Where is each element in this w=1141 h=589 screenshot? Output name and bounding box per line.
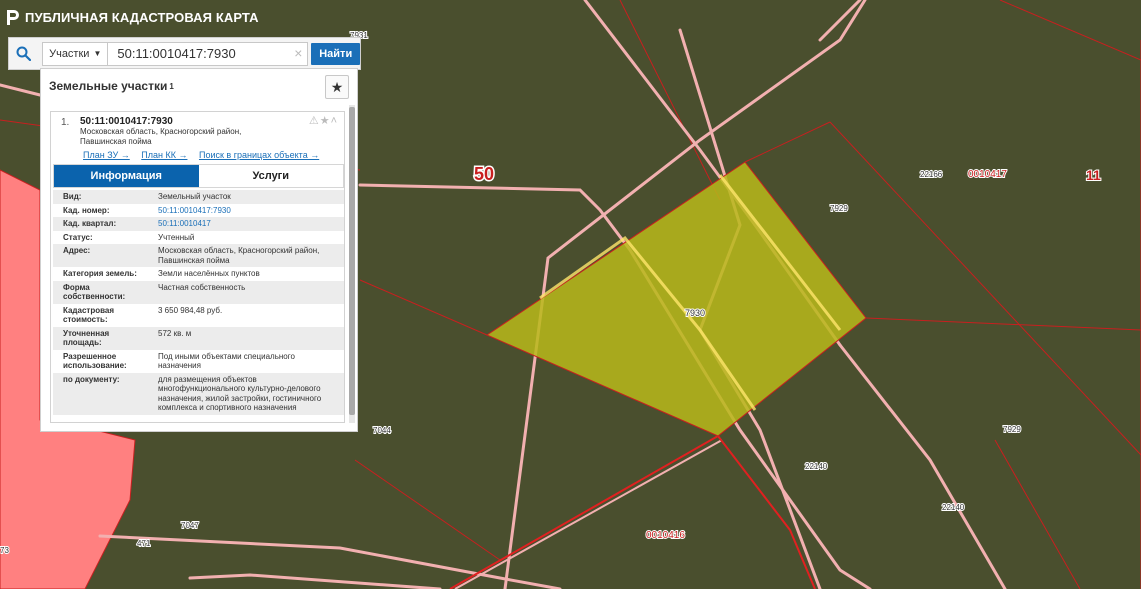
favorites-button[interactable]: ★ bbox=[325, 75, 349, 99]
tab-info[interactable]: Информация bbox=[54, 165, 199, 187]
info-value: Под иными объектами специального назначе… bbox=[158, 351, 295, 371]
info-value: Земельный участок bbox=[158, 192, 231, 201]
search-bar: Участки ▼ 50:11:0010417:7930 × Найти bbox=[8, 37, 361, 70]
info-value: Земли населённых пунктов bbox=[158, 269, 260, 278]
search-in-bounds-link[interactable]: Поиск в границах объекта → bbox=[199, 150, 319, 160]
search-icon bbox=[16, 46, 32, 61]
map-label-parcel: 22140 bbox=[942, 503, 965, 512]
map-label-parcel: 7929 bbox=[1003, 425, 1021, 434]
map-label-parcel: 22166 bbox=[920, 170, 943, 179]
search-toggle-button[interactable] bbox=[9, 38, 38, 69]
info-key: Уточненная площадь: bbox=[63, 328, 110, 348]
clear-icon[interactable]: × bbox=[294, 45, 302, 61]
app-title: ПУБЛИЧНАЯ КАДАСТРОВАЯ КАРТА bbox=[25, 9, 259, 25]
result-cad-number[interactable]: 50:11:0010417:7930 bbox=[80, 116, 173, 127]
search-type-label: Участки bbox=[49, 47, 90, 60]
scrollbar-thumb[interactable] bbox=[349, 107, 355, 415]
map-label-parcel: 471 bbox=[137, 539, 151, 548]
tab-services[interactable]: Услуги bbox=[198, 165, 343, 187]
map-label-district: 50 bbox=[474, 164, 494, 184]
info-key: Разрешенное использование: bbox=[63, 351, 127, 371]
star-icon: ★ bbox=[330, 78, 344, 95]
warning-icon[interactable]: ⚠ bbox=[309, 115, 320, 127]
info-key: Кад. квартал: bbox=[63, 219, 117, 228]
caret-down-icon: ▼ bbox=[93, 49, 102, 58]
logo-icon bbox=[7, 9, 19, 25]
result-address: Московская область, Красногорский район,… bbox=[80, 127, 242, 146]
result-actions: ⚠★˄ bbox=[309, 114, 338, 127]
map-label-parcel: 22140 bbox=[805, 462, 828, 471]
map-label-region: 11 bbox=[1086, 167, 1101, 183]
result-links: План ЗУ → План КК → Поиск в границах объ… bbox=[83, 150, 328, 160]
info-key: Адрес: bbox=[63, 246, 91, 255]
info-key: Статус: bbox=[63, 232, 93, 242]
panel-scrollbar[interactable] bbox=[349, 105, 355, 423]
plan-zu-link[interactable]: План ЗУ → bbox=[83, 150, 130, 160]
search-type-select[interactable]: Участки ▼ bbox=[42, 41, 109, 66]
plan-kk-link[interactable]: План КК → bbox=[141, 150, 187, 160]
search-input[interactable]: 50:11:0010417:7930 × bbox=[108, 41, 309, 66]
info-key: по документу: bbox=[63, 374, 120, 384]
map-label-parcel: 7929 bbox=[830, 204, 848, 213]
info-row: Разрешенное использование: Под иными объе… bbox=[53, 350, 344, 373]
info-value: Частная собственность bbox=[158, 282, 246, 292]
info-value: 572 кв. м bbox=[158, 328, 192, 338]
info-value: для размещения объектов многофункциональ… bbox=[158, 374, 322, 413]
cad-quarter-link[interactable]: 50:11:0010417 bbox=[150, 219, 340, 229]
map-label-quarter: 0010416 bbox=[646, 530, 685, 541]
info-table: Вид: Земельный участок Кад. номер: 50:11:0… bbox=[53, 190, 344, 415]
info-key: Кадастровая стоимость: bbox=[63, 305, 115, 325]
map-label-parcel: 73 bbox=[0, 546, 9, 555]
info-row: Кадастровая стоимость: 3 650 984,48 руб. bbox=[53, 304, 344, 327]
result-count: 1 bbox=[169, 81, 174, 91]
info-row: Категория земель: Земли населённых пункто… bbox=[53, 267, 344, 281]
info-row: Кад. номер: 50:11:0010417:7930 bbox=[53, 204, 344, 218]
info-key: Форма собственности: bbox=[63, 282, 126, 302]
result-index: 1. bbox=[61, 117, 70, 128]
info-key: Кад. номер: bbox=[63, 205, 110, 215]
app-header: ПУБЛИЧНАЯ КАДАСТРОВАЯ КАРТА bbox=[0, 0, 259, 34]
search-query: 50:11:0010417:7930 bbox=[117, 46, 236, 61]
results-panel: Земельные участки 1 ★ 1. 50:11:0010417:7… bbox=[40, 68, 358, 432]
info-key: Категория земель: bbox=[63, 269, 137, 278]
info-row: Уточненная площадь: 572 кв. м bbox=[53, 326, 344, 350]
info-key: Вид: bbox=[63, 192, 82, 201]
map-label-parcel: 7930 bbox=[685, 308, 705, 318]
info-value: Московская область, Красногорский район,… bbox=[158, 246, 320, 265]
info-row: Статус: Учтенный bbox=[53, 231, 344, 245]
find-button[interactable]: Найти bbox=[311, 42, 360, 65]
cad-number-link[interactable]: 50:11:0010417:7930 bbox=[150, 206, 340, 216]
info-row: Форма собственности: Частная собственност… bbox=[53, 280, 344, 304]
info-value: 3 650 984,48 руб. bbox=[158, 305, 223, 315]
panel-title: Земельные участки bbox=[49, 79, 168, 93]
info-row: по документу: для размещения объектов мно… bbox=[53, 372, 344, 415]
info-value: Учтенный bbox=[158, 232, 195, 242]
info-row: Вид: Земельный участок bbox=[53, 190, 344, 204]
map-label-parcel: 7044 bbox=[373, 426, 391, 435]
map-label-parcel: 7047 bbox=[181, 521, 199, 530]
info-row: Адрес: Московская область, Красногорский … bbox=[53, 244, 344, 267]
chevron-up-icon[interactable]: ˄ bbox=[331, 115, 338, 127]
result-card: 1. 50:11:0010417:7930 Московская область… bbox=[50, 111, 345, 423]
panel-header: Земельные участки 1 bbox=[41, 69, 357, 103]
info-row: Кад. квартал: 50:11:0010417 bbox=[53, 217, 344, 231]
star-icon[interactable]: ★ bbox=[320, 115, 331, 127]
map-label-quarter: 0010417 bbox=[968, 169, 1007, 180]
result-tabs: Информация Услуги bbox=[53, 164, 344, 188]
